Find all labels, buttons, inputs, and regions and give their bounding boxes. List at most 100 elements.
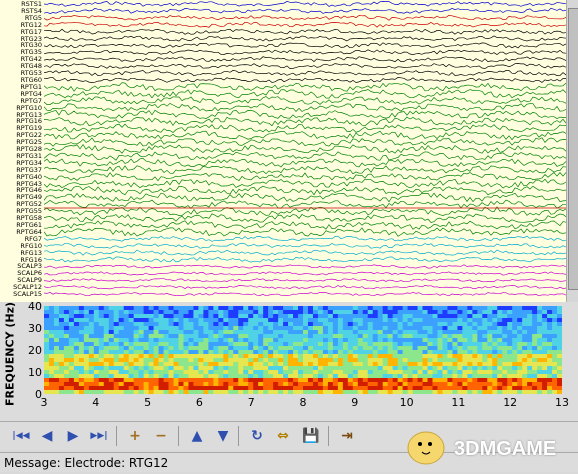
spectrogram-cell	[492, 366, 498, 371]
spectrogram-cell	[487, 366, 493, 371]
zoom-in-button[interactable]: +	[124, 425, 146, 447]
spectrogram-cell	[123, 374, 130, 379]
spectrogram-cell	[467, 382, 473, 387]
spectrogram-cell	[347, 370, 354, 375]
spectrogram-cell	[188, 318, 194, 323]
spectrogram-cell	[133, 318, 140, 323]
spectrogram-cell	[203, 370, 209, 375]
spectrogram-cell	[332, 322, 339, 327]
spectrogram-cell	[163, 350, 170, 355]
export-button[interactable]: ⇥	[336, 425, 358, 447]
spectrogram-cell	[103, 374, 110, 379]
spectrogram-cell	[477, 382, 483, 387]
spectrogram-cell	[263, 318, 269, 323]
channel-trace	[44, 102, 566, 113]
spectrogram-cell	[138, 362, 145, 367]
montage-button[interactable]: ⇔	[272, 425, 294, 447]
spectrogram-cell	[44, 326, 50, 331]
spectrogram-cell	[193, 310, 199, 315]
spectrogram-cell	[63, 326, 70, 331]
decrease-gain-button[interactable]: ▼	[212, 425, 234, 447]
spectrogram-cell	[462, 386, 468, 391]
spectrogram-cell	[517, 346, 523, 351]
spectrogram-cell	[48, 342, 55, 347]
spectrogram-cell	[357, 306, 364, 311]
spectrogram-cell	[477, 390, 483, 394]
spectrogram-cell	[517, 342, 523, 347]
previous-page-button[interactable]: ◀	[36, 425, 58, 447]
spectrogram-cell	[412, 386, 419, 391]
spectrogram-cell	[148, 322, 155, 327]
spectrogram-cell	[387, 330, 394, 335]
spectrogram-cell	[288, 366, 294, 371]
spectrogram-cell	[303, 334, 309, 339]
spectrogram-cell	[452, 390, 458, 394]
spectrogram-cell	[63, 350, 70, 355]
spectrogram-cell	[103, 306, 110, 311]
spectrogram-cell	[487, 334, 493, 339]
scrollbar-thumb[interactable]	[568, 8, 578, 290]
spectrogram-cell	[352, 338, 359, 343]
refresh-button[interactable]: ↻	[246, 425, 268, 447]
spectrogram-cell	[367, 306, 374, 311]
spectrogram-cell	[467, 326, 473, 331]
spectrogram-cell	[178, 318, 184, 323]
spectrogram-cell	[233, 326, 239, 331]
spectrogram-cell	[188, 354, 194, 359]
eeg-trace-panel[interactable]: RSTS1 RSTS4 RTG5 RTG12 RTG17 RTG23 RTG30 RTG35 R…	[0, 0, 578, 302]
spectrogram-cell	[83, 346, 90, 351]
last-page-button[interactable]: ▶▶|	[88, 425, 110, 447]
spectrogram-cell	[352, 374, 359, 379]
zoom-out-button[interactable]: −	[150, 425, 172, 447]
spectrogram-cell	[188, 326, 194, 331]
spectrogram-cell	[283, 314, 289, 319]
spectrogram-cell	[537, 314, 543, 319]
spectrogram-cell	[63, 374, 70, 379]
spectrogram-cell	[158, 318, 165, 323]
spectrogram-cell	[472, 314, 478, 319]
spectrogram-cell	[128, 326, 135, 331]
spectrogram-cell	[133, 322, 140, 327]
spectrogram-cell	[243, 374, 249, 379]
spectrogram-cell	[412, 306, 419, 311]
spectrogram-cell	[248, 322, 254, 327]
spectrogram-cell	[218, 310, 224, 315]
spectrogram-cell	[342, 338, 349, 343]
spectrogram-cell	[442, 346, 448, 351]
spectrogram-cell	[288, 346, 294, 351]
eeg-traces[interactable]	[44, 0, 566, 302]
spectrogram-cell	[73, 382, 80, 387]
spectrogram-cell	[123, 346, 130, 351]
spectrogram-cell	[53, 322, 60, 327]
channel-trace	[44, 178, 566, 189]
spectrogram-plot[interactable]	[44, 306, 562, 394]
spectrogram-cell	[103, 338, 110, 343]
increase-gain-button[interactable]: ▲	[186, 425, 208, 447]
spectrogram-cell	[133, 338, 140, 343]
spectrogram-cell	[497, 366, 503, 371]
spectrogram-cell	[362, 362, 369, 367]
spectrogram-cell	[382, 374, 389, 379]
spectrogram-cell	[44, 374, 50, 379]
spectrogram-cell	[342, 378, 349, 383]
spectrogram-y-axis-title: FREQUENCY (Hz)	[0, 302, 20, 406]
spectrogram-cell	[53, 382, 60, 387]
spectrogram-cell	[193, 350, 199, 355]
spectrogram-cell	[203, 366, 209, 371]
spectrogram-cell	[537, 350, 543, 355]
save-button[interactable]: 💾	[300, 425, 322, 447]
spectrogram-cell	[253, 322, 259, 327]
spectrogram-cell	[502, 342, 508, 347]
first-page-button[interactable]: |◀◀	[10, 425, 32, 447]
spectrogram-cell	[332, 326, 339, 331]
next-page-button[interactable]: ▶	[62, 425, 84, 447]
vertical-scrollbar[interactable]	[566, 0, 578, 302]
channel-label[interactable]: SCALP15	[13, 291, 42, 298]
spectrogram-cell	[492, 354, 498, 359]
spectrogram-cell	[48, 314, 55, 319]
spectrogram-cell	[547, 322, 553, 327]
spectrogram-cell	[213, 310, 219, 315]
spectrogram-cell	[198, 362, 204, 367]
spectrogram-cell	[248, 306, 254, 311]
spectrogram-cell	[263, 338, 269, 343]
